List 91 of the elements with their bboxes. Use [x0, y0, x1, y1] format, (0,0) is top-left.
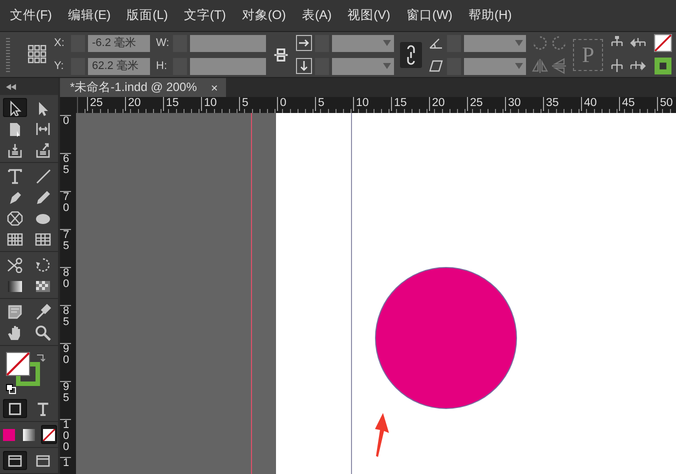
x-label: X: — [54, 37, 66, 49]
ruler-label: 20 — [125, 97, 163, 111]
rotation-dropdown[interactable] — [464, 34, 526, 52]
height-field[interactable] — [190, 58, 266, 74]
ruler-label: 0 — [277, 97, 315, 111]
ruler-label: 80 — [60, 267, 71, 305]
scale-x-icon[interactable] — [296, 35, 312, 51]
menu-item[interactable]: 表(A) — [296, 5, 338, 26]
ruler-label: 65 — [60, 153, 71, 191]
chain-link-icon[interactable] — [272, 46, 290, 64]
table-icon — [7, 230, 23, 247]
content-placer-icon — [35, 142, 51, 158]
menu-item[interactable]: 编辑(E) — [62, 5, 117, 26]
rotate-icon — [35, 256, 51, 273]
ruler-label: 20 — [429, 97, 467, 111]
scale-y-dropdown[interactable] — [332, 58, 394, 74]
ruler-label: 40 — [581, 97, 619, 111]
grid-icon — [35, 230, 51, 247]
width-label: W: — [156, 37, 170, 49]
text-icon — [36, 402, 50, 416]
normal-view-button[interactable] — [3, 451, 27, 470]
shear-icon[interactable] — [428, 58, 444, 74]
menu-item[interactable]: 对象(O) — [236, 5, 292, 26]
window-icon — [8, 454, 22, 466]
ruler-label: 75 — [60, 229, 71, 267]
menu-item[interactable]: 视图(V) — [342, 5, 396, 26]
menu-item[interactable]: 文字(T) — [178, 5, 232, 26]
zoom-icon — [35, 324, 51, 341]
height-label: H: — [156, 60, 168, 72]
ruler-label: 30 — [505, 97, 543, 111]
color-swatch-icon — [3, 428, 15, 440]
square-icon — [8, 402, 22, 416]
ruler-label: 15 — [391, 97, 429, 111]
fill-none-icon[interactable] — [654, 34, 672, 52]
menu-item[interactable]: 版面(L) — [120, 5, 174, 26]
ruler-label: 95 — [60, 381, 71, 419]
stroke-swatch-icon[interactable] — [16, 362, 40, 386]
ruler-label: 25 — [87, 97, 125, 111]
ruler-label: 10 — [353, 97, 391, 111]
reference-point-icon[interactable] — [28, 44, 48, 64]
line-icon — [35, 168, 51, 184]
y-field[interactable]: 62.2 毫米 — [88, 58, 150, 74]
note-icon — [7, 304, 23, 320]
fill-none-swatch-icon[interactable] — [6, 352, 30, 376]
ruler-label: 90 — [60, 343, 71, 381]
gradient-swatch-icon — [23, 428, 35, 440]
scale-x-dropdown[interactable] — [332, 34, 394, 52]
ruler-label: 70 — [60, 191, 71, 229]
ruler-label: 25 — [467, 97, 505, 111]
hand-icon — [7, 324, 23, 341]
scale-y-icon[interactable] — [296, 58, 312, 74]
ruler-label: 1 — [60, 457, 71, 474]
x-field[interactable]: -6.2 毫米 — [88, 34, 150, 52]
ruler-label: 85 — [60, 305, 71, 343]
document-tab[interactable]: *未命名-1.indd @ 200% × — [60, 78, 226, 97]
pencil-icon — [35, 188, 51, 205]
stroke-swatch-icon[interactable] — [654, 57, 672, 75]
arrow-icon — [373, 413, 389, 457]
ruler-label: 50 — [657, 97, 676, 111]
constrain-link-icon[interactable] — [400, 42, 422, 68]
ruler-label: 15 — [163, 97, 201, 111]
menu-item[interactable]: 窗口(W) — [400, 5, 458, 26]
collapse-icon[interactable] — [6, 84, 16, 90]
menu-item[interactable]: 文件(F) — [4, 5, 58, 26]
ruler-label: 35 — [543, 97, 581, 111]
panel-grip[interactable] — [6, 38, 10, 72]
y-label: Y: — [54, 60, 65, 72]
tab-close-button[interactable]: × — [210, 80, 218, 94]
shear-dropdown[interactable] — [464, 58, 526, 74]
menu-item[interactable]: 帮助(H) — [462, 5, 518, 26]
type-icon — [7, 168, 23, 184]
ruler-label: 10 — [201, 97, 239, 111]
eyedropper-icon — [35, 304, 51, 320]
page-icon — [7, 120, 23, 137]
apply-none-button[interactable] — [41, 425, 57, 444]
ruler-label: 5 — [315, 97, 353, 111]
frame-icon — [7, 210, 23, 226]
scissors-icon — [7, 256, 23, 273]
none-swatch-icon — [43, 428, 55, 440]
selection-arrow-tool[interactable] — [3, 98, 27, 118]
default-colors-icon[interactable] — [6, 384, 16, 394]
ruler-label: 0 — [60, 115, 71, 153]
content-collector-icon — [7, 142, 23, 158]
select-content-icon[interactable] — [609, 58, 626, 74]
ruler-label: 45 — [619, 97, 657, 111]
width-field[interactable] — [190, 34, 266, 52]
swap-arrows-icon[interactable] — [36, 352, 46, 362]
ruler-label: 5 — [239, 97, 277, 111]
window-icon — [36, 454, 50, 466]
format-container-button[interactable] — [3, 399, 27, 418]
ruler-label: 100 — [60, 419, 71, 457]
